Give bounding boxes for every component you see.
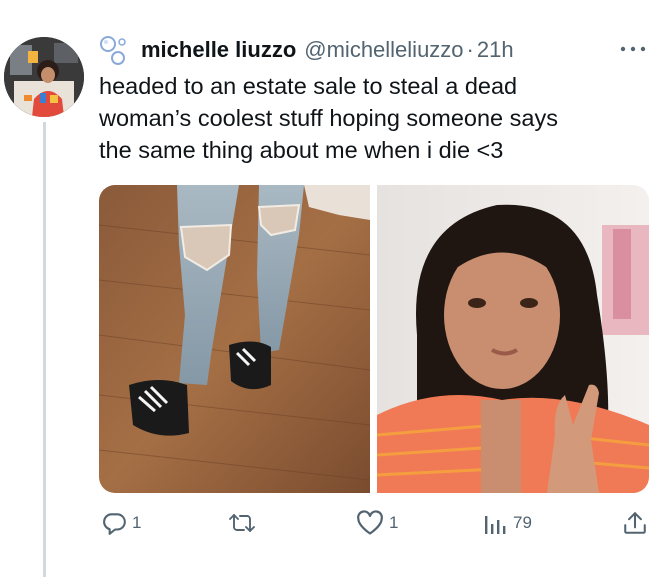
action-bar: 1 1 79 (99, 507, 654, 539)
separator-dot: · (466, 37, 474, 62)
reply-button[interactable]: 1 (101, 507, 141, 539)
like-button[interactable]: 1 (356, 507, 398, 539)
share-button[interactable] (622, 507, 648, 539)
heart-icon (356, 510, 384, 536)
more-icon[interactable] (618, 42, 648, 56)
reply-count: 1 (132, 513, 142, 532)
thread-line (43, 122, 46, 577)
views-icon (484, 510, 508, 536)
tweet-text-line: headed to an estate sale to steal a dead (99, 73, 518, 99)
retweet-button[interactable] (228, 507, 261, 539)
media-grid (99, 185, 649, 493)
avatar-image (4, 37, 84, 117)
bubbles-icon (99, 34, 129, 66)
views-button[interactable]: 79 (484, 507, 532, 539)
timestamp[interactable]: 21h (477, 36, 514, 64)
views-count: 79 (513, 513, 532, 532)
tweet-text-line: the same thing about me when i die <3 (99, 137, 504, 163)
reply-icon (101, 510, 127, 536)
like-count: 1 (389, 513, 399, 532)
user-handle[interactable]: @michelleliuzzo (304, 36, 463, 64)
photo-selfie-peace-sign[interactable] (377, 185, 649, 493)
display-name[interactable]: michelle liuzzo (141, 36, 296, 64)
avatar[interactable] (4, 37, 84, 117)
tweet-header: michelle liuzzo @michelleliuzzo · 21h (99, 34, 514, 66)
tweet-text-line: woman’s coolest stuff hoping someone say… (99, 105, 558, 131)
tweet-card[interactable]: michelle liuzzo @michelleliuzzo · 21h he… (0, 0, 668, 577)
share-icon (622, 510, 648, 536)
retweet-icon (228, 510, 256, 536)
photo-jeans-sneakers[interactable] (99, 185, 370, 493)
tweet-text: headed to an estate sale to steal a dead… (99, 70, 639, 166)
